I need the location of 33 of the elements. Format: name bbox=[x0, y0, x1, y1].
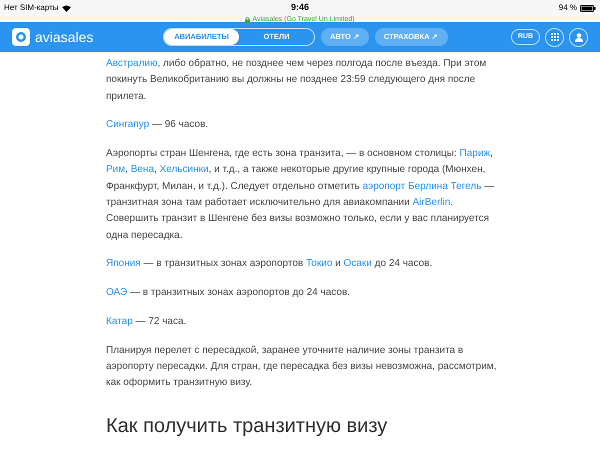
clock-text: 9:46 bbox=[290, 1, 309, 14]
text-link[interactable]: Париж bbox=[460, 148, 490, 160]
lock-icon bbox=[245, 16, 250, 23]
text-link[interactable]: Хельсинки bbox=[160, 164, 209, 176]
paragraph: Планируя перелет с пересадкой, заранее уточните наличие зоны транзита в аэропорту пересадки. Для стран, где пересадка без визы невозможна, рассмотрим, как оформить транзитную визу. bbox=[106, 344, 497, 390]
logo-text[interactable]: aviasales bbox=[35, 26, 94, 48]
account-button[interactable] bbox=[569, 28, 588, 46]
user-icon bbox=[574, 32, 582, 42]
paragraph: Аэропорты стран Шенгена, где есть зона транзита, — в основном столицы: Париж, Рим, Вена, Хельсинки, и т.д., а также некоторые другие крупные города (Мюнхен, Франкфурт, Милан, и т.д.). Следует отдельно отметить аэропорт Берлина Тегель — транзитная зона там работает исключительно для авиакомпании AirBerlin. Совершить транзит в Шенгене без визы возможно только, если у вас планируется одна пересадка. bbox=[106, 147, 496, 243]
battery-icon bbox=[580, 4, 596, 12]
logo-icon bbox=[12, 28, 30, 46]
paragraph: Катар — 72 часа. bbox=[106, 315, 188, 330]
paragraph: ОАЭ — в транзитных зонах аэропортов до 24 часов. bbox=[106, 286, 352, 300]
battery-text: 94 % bbox=[558, 2, 577, 14]
text-link[interactable]: Австралию bbox=[106, 58, 158, 69]
text-link[interactable]: Катар bbox=[106, 316, 133, 328]
paragraph: Австралию, либо обратно, не позднее чем через полгода после въезда. При этом покинуть Великобританию вы должны не позднее 23:59 следующего дня после прилета. bbox=[106, 57, 488, 104]
text-link[interactable]: Рим bbox=[106, 164, 126, 176]
carrier-text: Нет SIM-карты bbox=[4, 2, 59, 14]
text-link[interactable]: Вена bbox=[130, 164, 154, 176]
grid-icon bbox=[550, 33, 558, 41]
text-link[interactable]: Осаки bbox=[344, 258, 372, 270]
text-link[interactable]: ОАЭ bbox=[106, 287, 128, 298]
text-link[interactable]: AirBerlin bbox=[412, 197, 450, 208]
text-link[interactable]: Япония bbox=[106, 258, 141, 270]
paragraph: Сингапур — 96 часов. bbox=[106, 118, 210, 132]
text-link[interactable]: аэропорт Берлина Тегель bbox=[362, 180, 482, 192]
text-link[interactable]: Сингапур bbox=[106, 119, 150, 130]
paragraph: Япония — в транзитных зонах аэропортов Токио и Осаки до 24 часов. bbox=[106, 257, 434, 272]
wifi-icon bbox=[62, 4, 71, 12]
section-heading: Как получить транзитную визу bbox=[106, 414, 388, 438]
apps-button[interactable] bbox=[545, 28, 564, 46]
text-link[interactable]: Токио bbox=[306, 258, 332, 270]
